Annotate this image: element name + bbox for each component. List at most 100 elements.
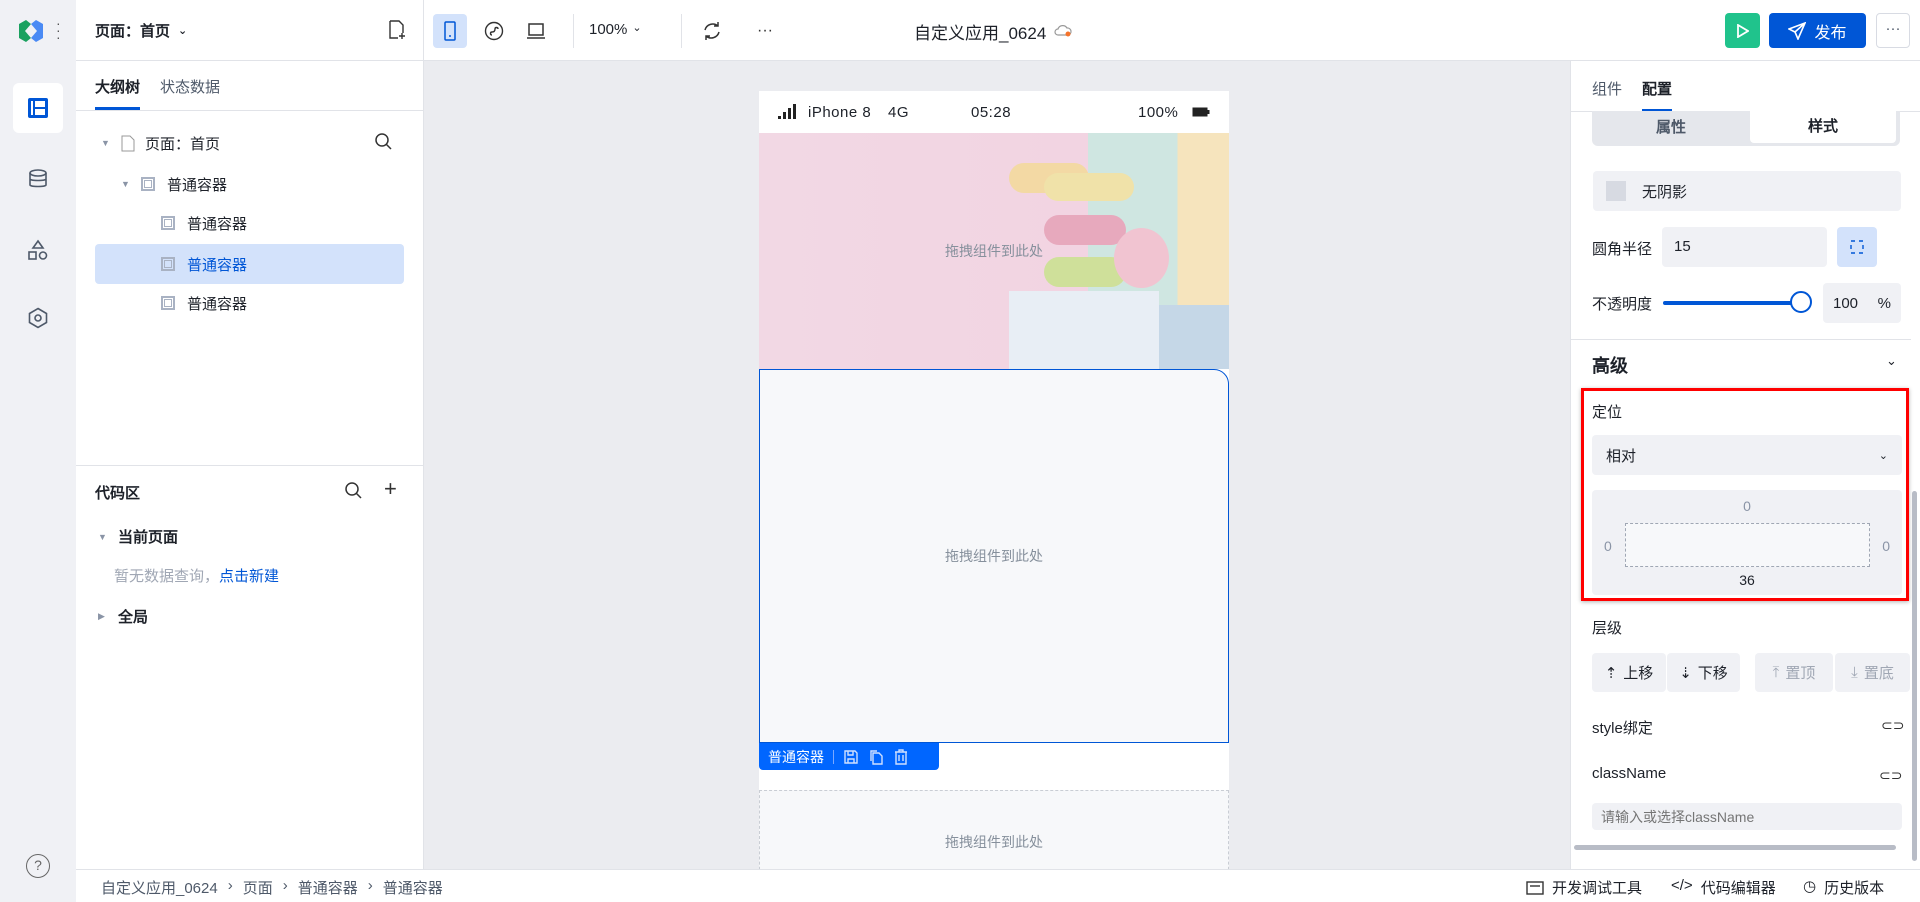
move-up-label: 上移 xyxy=(1623,665,1654,682)
layer-label: 层级 xyxy=(1592,620,1623,637)
current-page-label: 当前页面 xyxy=(118,529,179,546)
time: 05:28 xyxy=(971,103,1012,121)
left-panel: 页面：首页 ⌄ 大纲树 状态数据 ▼ 页面：首页 ▼ 普通容器 普通容器 普通容器 … xyxy=(76,0,424,869)
search-icon[interactable] xyxy=(374,132,392,154)
page-selector[interactable]: 页面：首页 ⌄ xyxy=(95,20,187,41)
components-icon[interactable] xyxy=(13,225,63,275)
tab-components[interactable]: 组件 xyxy=(1592,78,1622,99)
battery-percent: 100% xyxy=(1138,103,1179,121)
desktop-view-icon[interactable] xyxy=(519,14,553,48)
publish-button[interactable]: 发布 xyxy=(1769,13,1866,48)
opacity-slider[interactable] xyxy=(1663,301,1803,305)
drop-hint: 拖拽组件到此处 xyxy=(945,834,1043,850)
database-icon[interactable] xyxy=(13,154,63,204)
run-preview-button[interactable] xyxy=(1725,13,1760,48)
global-label: 全局 xyxy=(118,609,149,626)
breadcrumb-item[interactable]: 页面 xyxy=(243,877,273,898)
mobile-view-icon[interactable] xyxy=(433,14,467,48)
more-icon[interactable]: ··· xyxy=(748,14,782,48)
tree-item-container-selected[interactable]: 普通容器 xyxy=(95,244,404,284)
banner-image-container[interactable]: 拖拽组件到此处 xyxy=(759,133,1229,369)
page-selector-label: 页面：首页 xyxy=(95,23,171,40)
classname-input[interactable] xyxy=(1592,803,1902,830)
copy-icon[interactable] xyxy=(868,749,884,765)
offset-top[interactable]: 0 xyxy=(1592,498,1902,514)
code-current-page[interactable]: ▼ 当前页面 xyxy=(98,526,178,547)
code-area-title: 代码区 xyxy=(95,485,141,502)
offset-bottom[interactable]: 36 xyxy=(1592,572,1902,588)
chevron-right-icon: › xyxy=(227,877,233,894)
tab-config[interactable]: 配置 xyxy=(1642,78,1672,99)
settings-hex-icon[interactable] xyxy=(13,293,63,343)
vertical-scrollbar[interactable] xyxy=(1912,491,1917,861)
tree-item-container[interactable]: 普通容器 xyxy=(95,203,404,243)
breadcrumb-item[interactable]: 自定义应用_0624 xyxy=(101,877,218,898)
zoom-value: 100% xyxy=(589,21,628,38)
top-toolbar: 100% ⌄ ··· 自定义应用_0624 发布 ··· xyxy=(424,0,1920,61)
radius-label: 圆角半径 xyxy=(1592,241,1653,258)
to-bottom-icon: ⤓ xyxy=(1851,664,1858,681)
container-icon xyxy=(161,257,175,271)
outline-nav-icon[interactable] xyxy=(13,83,63,133)
classname-text-input[interactable] xyxy=(1592,803,1902,830)
more-actions-button[interactable]: ··· xyxy=(1876,13,1910,48)
move-up-button[interactable]: ⇡ 上移 xyxy=(1592,653,1666,692)
code-editor-button[interactable]: </> 代码编辑器 xyxy=(1671,877,1776,898)
add-code-icon[interactable]: + xyxy=(384,476,397,502)
selected-container[interactable]: 拖拽组件到此处 xyxy=(759,369,1229,743)
refresh-icon[interactable] xyxy=(695,14,729,48)
delete-icon[interactable] xyxy=(893,748,909,765)
link-icon[interactable]: ⊂⊃ xyxy=(1879,767,1902,784)
position-label: 定位 xyxy=(1592,404,1623,421)
code-global[interactable]: ▶ 全局 xyxy=(98,606,148,627)
create-query-link[interactable]: 点击新建 xyxy=(219,568,279,585)
selected-component-toolbar: 普通容器 xyxy=(759,743,939,770)
shadow-select[interactable]: 无阴影 xyxy=(1593,171,1901,211)
tab-state-data[interactable]: 状态数据 xyxy=(160,76,220,97)
tree-item-label: 普通容器 xyxy=(187,295,248,313)
horizontal-scrollbar[interactable] xyxy=(1574,845,1896,850)
segment-style[interactable]: 样式 xyxy=(1750,111,1896,143)
left-rail: · · · ? xyxy=(0,0,76,902)
radius-input[interactable]: 15 xyxy=(1662,227,1827,267)
cloud-sync-icon xyxy=(1054,22,1072,42)
help-icon[interactable]: ? xyxy=(26,854,50,878)
breadcrumb-item[interactable]: 普通容器 xyxy=(383,877,443,898)
code-editor-label: 代码编辑器 xyxy=(1700,880,1776,897)
move-down-label: 下移 xyxy=(1697,665,1728,682)
offset-right[interactable]: 0 xyxy=(1882,538,1890,554)
opacity-input[interactable]: 100% xyxy=(1823,283,1901,323)
position-select[interactable]: 相对 ⌄ xyxy=(1592,435,1902,475)
tree-item-container[interactable]: ▼ 普通容器 xyxy=(95,164,404,204)
chevron-down-icon[interactable]: ⌄ xyxy=(1886,353,1897,369)
miniprogram-view-icon[interactable] xyxy=(477,14,511,48)
offset-left[interactable]: 0 xyxy=(1604,538,1612,554)
move-down-button[interactable]: ⇣ 下移 xyxy=(1667,653,1740,692)
segment-properties[interactable]: 属性 xyxy=(1592,111,1750,144)
tree-item-page[interactable]: ▼ 页面：首页 xyxy=(95,123,404,163)
tab-outline[interactable]: 大纲树 xyxy=(95,76,140,97)
segment-control: 属性 样式 xyxy=(1592,111,1900,146)
more-icon[interactable]: ··· xyxy=(56,16,61,44)
corner-radius-toggle-icon[interactable] xyxy=(1837,227,1877,267)
opacity-slider-thumb[interactable] xyxy=(1790,291,1812,313)
publish-label: 发布 xyxy=(1814,24,1847,42)
container-3[interactable]: 拖拽组件到此处 xyxy=(759,790,1229,869)
empty-query-text: 暂无数据查询，点击新建 xyxy=(114,565,279,586)
advanced-section-title[interactable]: 高级 xyxy=(1592,352,1628,378)
breadcrumb-item[interactable]: 普通容器 xyxy=(298,877,358,898)
add-page-icon[interactable] xyxy=(388,20,406,44)
tree-item-label: 页面：首页 xyxy=(145,135,221,153)
tree-item-container[interactable]: 普通容器 xyxy=(95,283,404,323)
dev-tools-button[interactable]: 开发调试工具 xyxy=(1526,877,1642,898)
code-search-icon[interactable] xyxy=(344,481,362,503)
save-icon[interactable] xyxy=(843,749,859,765)
history-button[interactable]: ◷ 历史版本 xyxy=(1803,877,1884,898)
tree-item-label: 普通容器 xyxy=(187,256,248,274)
link-icon[interactable]: ⊂⊃ xyxy=(1881,717,1904,734)
bring-to-top-button[interactable]: ⤒ 置顶 xyxy=(1755,653,1833,692)
send-to-bottom-button[interactable]: ⤓ 置底 xyxy=(1835,653,1910,692)
empty-text: 暂无数据查询， xyxy=(114,568,220,585)
caret-right-icon: ▶ xyxy=(98,611,105,621)
zoom-select[interactable]: 100% ⌄ xyxy=(589,21,642,38)
